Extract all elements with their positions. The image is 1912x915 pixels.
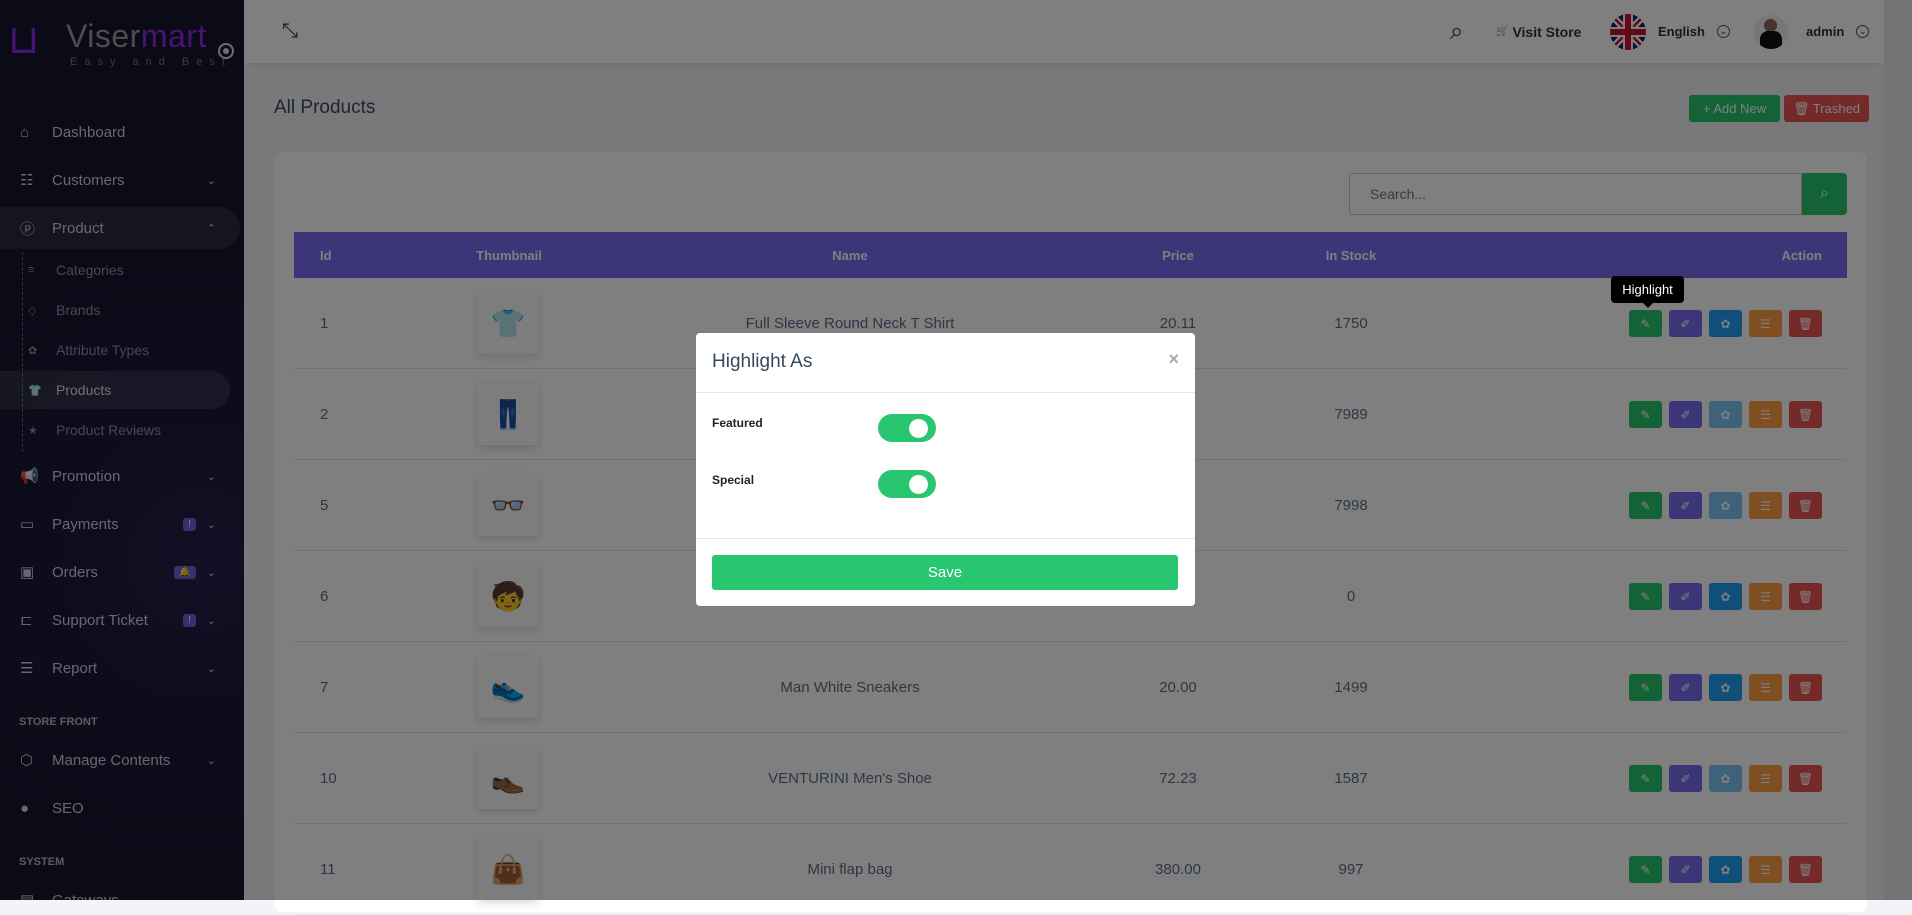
highlight-modal: Highlight As × Featured Special Save — [696, 333, 1195, 606]
save-button[interactable]: Save — [712, 555, 1178, 590]
highlight-tooltip: Highlight — [1611, 276, 1684, 308]
featured-toggle[interactable] — [878, 414, 936, 442]
special-toggle[interactable] — [878, 470, 936, 498]
modal-title: Highlight As — [712, 351, 813, 372]
featured-label: Featured — [712, 416, 763, 430]
close-icon[interactable]: × — [1168, 349, 1179, 370]
special-label: Special — [712, 473, 755, 487]
